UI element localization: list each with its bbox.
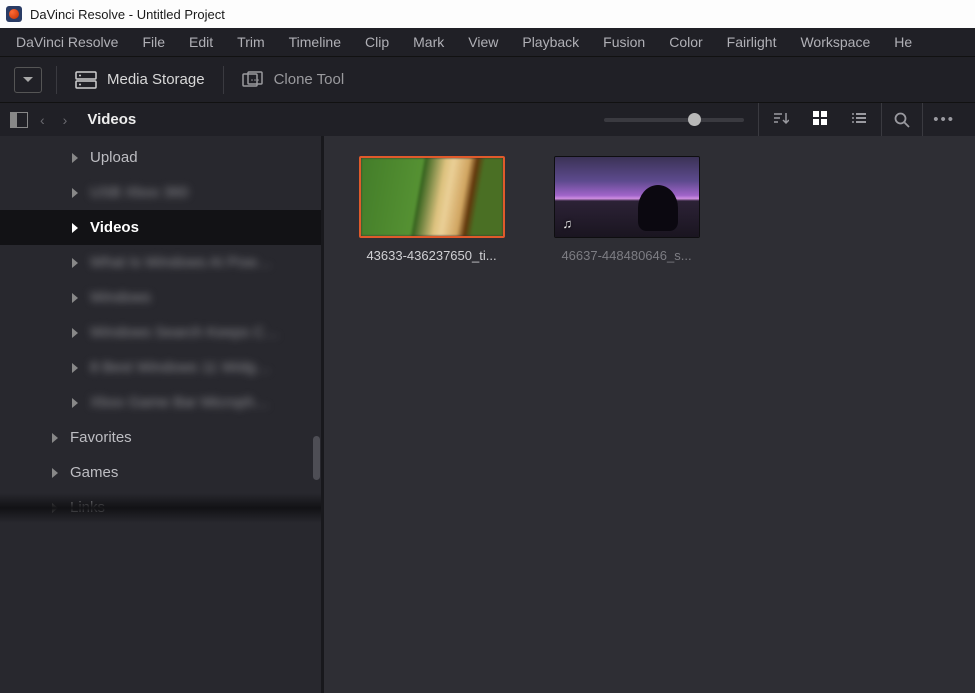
clone-tool-label: Clone Tool [274, 71, 345, 88]
tree-item-favorites[interactable]: Favorites [0, 420, 324, 455]
pane-divider[interactable] [321, 136, 324, 693]
tree-label: Videos [90, 219, 139, 236]
tree-item[interactable]: Windows [0, 280, 324, 315]
clip-grid: 43633-436237650_ti... ♫ 46637-448480646_… [324, 136, 975, 693]
chevron-right-icon [72, 328, 78, 338]
folder-tree: Upload USB Xbox 360 Videos What Is Windo… [0, 136, 324, 525]
tree-item[interactable]: What Is Windows AI Pow… [0, 245, 324, 280]
nav-back-button[interactable]: ‹ [34, 112, 51, 128]
tree-label: What Is Windows AI Pow… [90, 254, 272, 271]
tree-label: Upload [90, 149, 138, 166]
menu-trim[interactable]: Trim [225, 30, 276, 54]
clone-icon [242, 71, 264, 89]
tree-label: USB Xbox 360 [90, 184, 188, 201]
menu-bar: DaVinci Resolve File Edit Trim Timeline … [0, 28, 975, 56]
list-view-button[interactable] [845, 111, 873, 129]
more-options-button[interactable]: ••• [923, 111, 965, 128]
window-title: DaVinci Resolve - Untitled Project [30, 7, 225, 22]
clone-tool-button[interactable]: Clone Tool [224, 57, 363, 102]
chevron-right-icon [72, 363, 78, 373]
tree-label: Windows Search Keeps C… [90, 324, 279, 341]
tree-label: Favorites [70, 429, 132, 446]
tree-item[interactable]: 8 Best Windows 11 Widg… [0, 350, 324, 385]
menu-file[interactable]: File [130, 30, 177, 54]
toolbar-dropdown-button[interactable] [14, 67, 42, 93]
tree-item[interactable]: Windows Search Keeps C… [0, 315, 324, 350]
tree-item[interactable]: USB Xbox 360 [0, 175, 324, 210]
chevron-right-icon [72, 398, 78, 408]
grid-view-button[interactable] [807, 111, 833, 129]
thumbnail-size-slider[interactable] [604, 118, 744, 122]
menu-clip[interactable]: Clip [353, 30, 401, 54]
clip-label: 46637-448480646_s... [561, 248, 691, 263]
path-title: Videos [87, 111, 136, 128]
thumbnail-image [555, 157, 699, 237]
menu-color[interactable]: Color [657, 30, 714, 54]
menu-playback[interactable]: Playback [510, 30, 591, 54]
menu-edit[interactable]: Edit [177, 30, 225, 54]
menu-view[interactable]: View [456, 30, 510, 54]
clip-item[interactable]: 43633-436237650_ti... [354, 156, 509, 263]
chevron-right-icon [72, 153, 78, 163]
tree-label: Games [70, 464, 118, 481]
drive-icon [75, 71, 97, 89]
scrollbar-thumb[interactable] [313, 436, 320, 480]
clip-thumbnail[interactable]: ♫ [554, 156, 700, 238]
chevron-right-icon [52, 433, 58, 443]
sort-button[interactable] [767, 111, 795, 129]
chevron-down-icon [23, 77, 33, 82]
media-storage-label: Media Storage [107, 71, 205, 88]
menu-fairlight[interactable]: Fairlight [715, 30, 789, 54]
tree-item-videos[interactable]: Videos [0, 210, 324, 245]
tree-item[interactable]: Xbox Game Bar Microph… [0, 385, 324, 420]
tree-label: Windows [90, 289, 151, 306]
chevron-right-icon [72, 223, 78, 233]
toolbar: Media Storage Clone Tool [0, 56, 975, 102]
tree-label: 8 Best Windows 11 Widg… [90, 359, 271, 376]
chevron-right-icon [72, 188, 78, 198]
tree-item-upload[interactable]: Upload [0, 140, 324, 175]
main-area: Upload USB Xbox 360 Videos What Is Windo… [0, 136, 975, 693]
tree-item-games[interactable]: Games [0, 455, 324, 490]
menu-workspace[interactable]: Workspace [788, 30, 882, 54]
menu-fusion[interactable]: Fusion [591, 30, 657, 54]
chevron-right-icon [72, 293, 78, 303]
music-note-icon: ♫ [563, 216, 573, 231]
chevron-right-icon [52, 468, 58, 478]
menu-timeline[interactable]: Timeline [277, 30, 353, 54]
nav-forward-button[interactable]: › [57, 112, 74, 128]
search-button[interactable] [882, 103, 923, 137]
clip-thumbnail[interactable] [359, 156, 505, 238]
clip-item[interactable]: ♫ 46637-448480646_s... [549, 156, 704, 263]
media-storage-button[interactable]: Media Storage [57, 57, 223, 102]
window-titlebar: DaVinci Resolve - Untitled Project [0, 0, 975, 28]
panel-toggle-button[interactable] [10, 112, 28, 128]
nav-row: ‹ › Videos ••• [0, 102, 975, 136]
sidebar: Upload USB Xbox 360 Videos What Is Windo… [0, 136, 324, 693]
menu-mark[interactable]: Mark [401, 30, 456, 54]
tree-label: Xbox Game Bar Microph… [90, 394, 269, 411]
menu-davinci-resolve[interactable]: DaVinci Resolve [4, 30, 130, 54]
thumbnail-image [361, 158, 503, 236]
shadow [0, 493, 324, 523]
menu-help[interactable]: He [882, 30, 924, 54]
chevron-right-icon [72, 258, 78, 268]
clip-label: 43633-436237650_ti... [366, 248, 496, 263]
slider-thumb[interactable] [688, 113, 701, 126]
app-icon [6, 6, 22, 22]
